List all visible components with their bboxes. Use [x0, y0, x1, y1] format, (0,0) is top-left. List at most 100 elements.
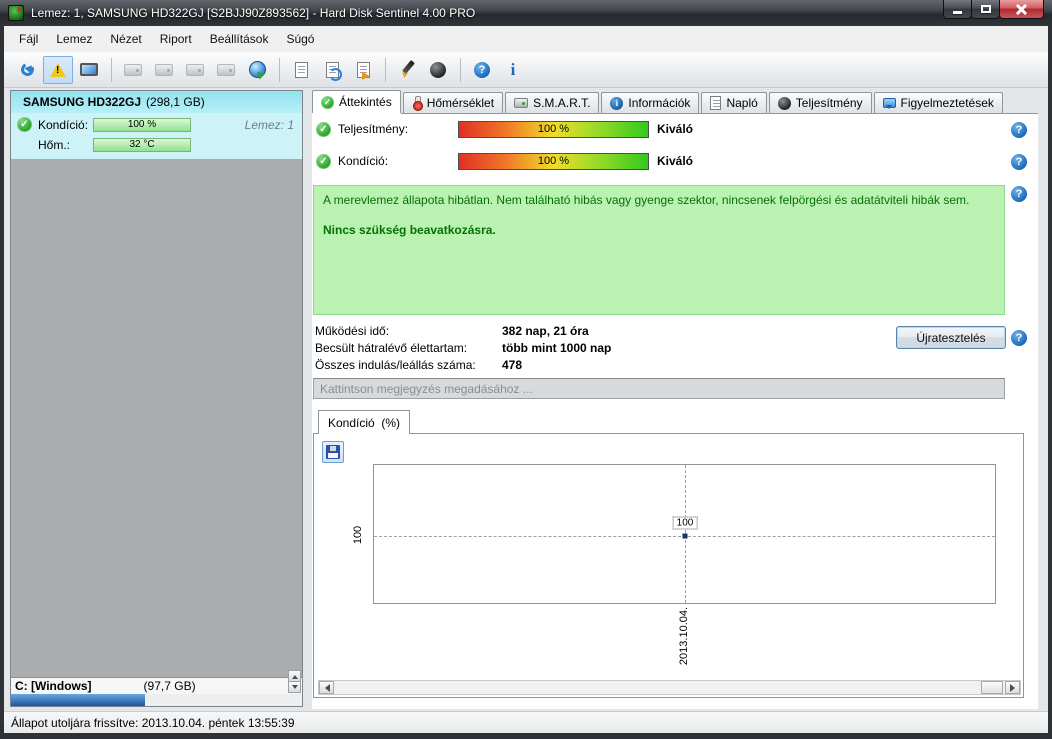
content-panel: Áttekintés Hőmérséklet S.M.A.R.T. Inform…: [312, 90, 1038, 709]
disk-nav-button-2[interactable]: [149, 56, 179, 84]
performance-help-icon[interactable]: [1011, 122, 1027, 138]
save-chart-button[interactable]: [322, 441, 344, 463]
chart-tab-condition[interactable]: Kondíció (%): [318, 410, 411, 434]
tab-label: Információk: [628, 96, 691, 110]
temperature-value: 32 °C: [129, 139, 155, 150]
stats-block: Működési idő: 382 nap, 21 óra Becsült há…: [315, 322, 611, 373]
tab-label: Teljesítmény: [795, 96, 863, 110]
scroll-down-button[interactable]: [288, 681, 301, 693]
register-button[interactable]: [392, 56, 422, 84]
menu-report[interactable]: Riport: [151, 28, 201, 50]
scrollbar-thumb[interactable]: [981, 681, 1003, 694]
tab-temperature[interactable]: Hőmérséklet: [402, 92, 504, 113]
tab-label: Áttekintés: [339, 95, 392, 109]
disk-icon: [155, 63, 173, 76]
comment-field[interactable]: Kattintson megjegyzés megadásához ...: [313, 378, 1005, 399]
chart-scrollbar: [318, 680, 1021, 695]
tab-information[interactable]: Információk: [601, 92, 700, 113]
refresh-report-button[interactable]: [317, 56, 347, 84]
disk-nav-button-3[interactable]: [180, 56, 210, 84]
report-button[interactable]: [286, 56, 316, 84]
toolbar-separator: [279, 57, 280, 82]
chart-area: 100 100 2013.10.04.: [313, 433, 1024, 698]
help-button[interactable]: [467, 56, 497, 84]
acknowledge-warning-button[interactable]: [43, 55, 73, 84]
close-icon: [1015, 4, 1028, 15]
performance-label: Teljesítmény:: [338, 122, 409, 136]
disk-nav-button-1[interactable]: [118, 56, 148, 84]
tab-overview[interactable]: Áttekintés: [312, 90, 401, 113]
workspace: SAMSUNG HD322GJ (298,1 GB) Kondíció: 100…: [4, 88, 1048, 711]
info-icon: [610, 96, 624, 110]
disk-icon: [186, 63, 204, 76]
send-report-button[interactable]: [348, 56, 378, 84]
refresh-button[interactable]: [12, 56, 42, 84]
maximize-icon: [980, 5, 991, 13]
condition-bar: 100 %: [458, 152, 649, 170]
surface-test-button[interactable]: [423, 56, 453, 84]
tab-label: Hőmérséklet: [426, 96, 495, 110]
status-bar: Állapot utoljára frissítve: 2013.10.04. …: [4, 711, 1048, 733]
about-button[interactable]: [498, 56, 528, 84]
partition-label: C: [Windows]: [15, 679, 92, 693]
condition-value: 100 %: [537, 155, 570, 167]
performance-rating: Kiváló: [657, 122, 694, 136]
temperature-label: Hőm.:: [38, 137, 71, 152]
disk-list-item[interactable]: SAMSUNG HD322GJ (298,1 GB): [11, 91, 302, 113]
disk-monitor-button[interactable]: [74, 56, 104, 84]
minimize-icon: [953, 10, 962, 14]
toolbar-separator: [460, 57, 461, 82]
status-help-icon[interactable]: [1011, 186, 1027, 202]
monitor-icon: [80, 63, 98, 76]
scroll-right-button[interactable]: [1005, 681, 1020, 694]
stat-row: Becsült hátralévő élettartam: több mint …: [315, 339, 611, 356]
retest-button[interactable]: Újratesztelés: [896, 326, 1006, 349]
refresh-icon: [19, 61, 36, 78]
retest-help-icon[interactable]: [1011, 330, 1027, 346]
stat-row: Összes indulás/leállás száma: 478: [315, 356, 611, 373]
disk-size: (298,1 GB): [146, 95, 205, 109]
tab-log[interactable]: Napló: [701, 92, 767, 113]
data-point-label: 100: [672, 516, 698, 530]
temperature-bar: 32 °C: [93, 137, 191, 152]
close-button[interactable]: [999, 0, 1044, 19]
tab-smart[interactable]: S.M.A.R.T.: [505, 92, 600, 113]
globe-icon: [248, 61, 266, 78]
disk-nav-button-4[interactable]: [211, 56, 241, 84]
toolbar-separator: [111, 57, 112, 82]
tab-performance[interactable]: Teljesítmény: [768, 92, 872, 113]
menu-view[interactable]: Nézet: [101, 28, 150, 50]
arrow-down-icon: [291, 684, 298, 692]
online-button[interactable]: [242, 56, 272, 84]
minimize-button[interactable]: [943, 0, 972, 19]
performance-bar: 100 %: [458, 120, 649, 138]
pen-icon: [399, 61, 416, 78]
x-axis-tick-label: 2013.10.04.: [678, 606, 690, 666]
check-icon: [321, 95, 334, 109]
gauge-icon: [777, 96, 791, 110]
condition-help-icon[interactable]: [1011, 154, 1027, 170]
ok-status-icon: [316, 121, 331, 137]
partition-usage-bar: [11, 694, 302, 706]
tab-alerts[interactable]: Figyelmeztetések: [873, 92, 1003, 113]
app-icon: [8, 5, 24, 21]
condition-label: Kondíció:: [38, 117, 89, 132]
document-refresh-icon: [325, 61, 342, 81]
overview-panel: Teljesítmény: 100 % Kiváló Kondíció: 100…: [312, 113, 1038, 709]
tab-label: Figyelmeztetések: [900, 96, 994, 110]
maximize-button[interactable]: [971, 0, 1000, 19]
menu-help[interactable]: Súgó: [277, 28, 323, 50]
document-announce-icon: [356, 61, 370, 80]
disk-name: SAMSUNG HD322GJ: [23, 95, 142, 109]
menu-file[interactable]: Fájl: [10, 28, 47, 50]
info-icon: [511, 61, 516, 78]
partition-row[interactable]: C: [Windows] (97,7 GB): [11, 677, 302, 694]
window-controls: [943, 0, 1044, 19]
toolbar: [4, 52, 1048, 88]
partition-scrollbar: [288, 670, 301, 693]
menu-settings[interactable]: Beállítások: [201, 28, 278, 50]
y-axis-tick-label: 100: [352, 525, 364, 545]
scroll-left-button[interactable]: [319, 681, 334, 694]
menu-disk[interactable]: Lemez: [47, 28, 101, 50]
stat-label: Becsült hátralévő élettartam:: [315, 340, 468, 355]
